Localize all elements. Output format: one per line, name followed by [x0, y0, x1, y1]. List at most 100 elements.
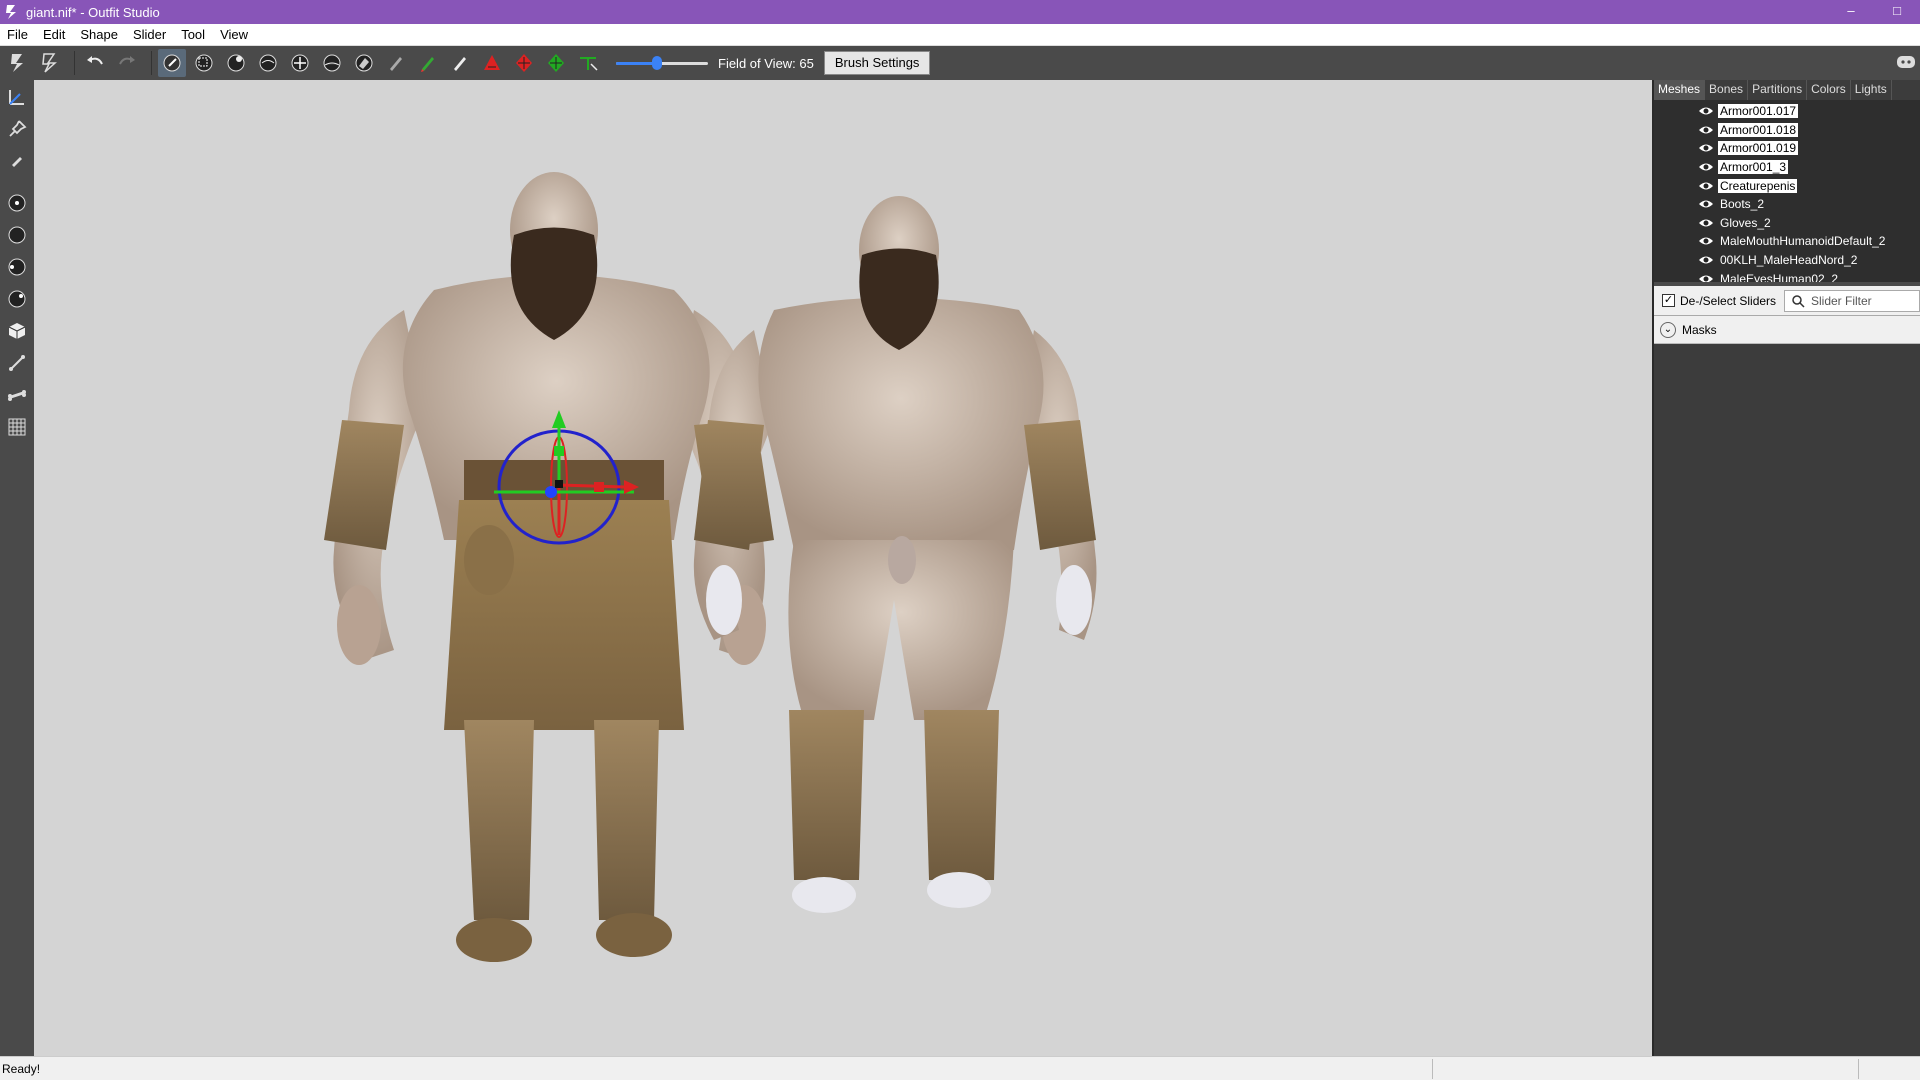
mesh-list-item[interactable]: Armor001_3 — [1654, 158, 1920, 177]
tab-partitions[interactable]: Partitions — [1748, 80, 1808, 100]
tab-colors[interactable]: Colors — [1807, 80, 1851, 100]
eye-visibility-icon[interactable] — [1698, 235, 1714, 247]
mesh-list-item[interactable]: MaleMouthHumanoidDefault_2 — [1654, 232, 1920, 251]
toolbar-separator — [151, 51, 152, 75]
eye-visibility-icon[interactable] — [1698, 161, 1714, 173]
menu-edit[interactable]: Edit — [36, 27, 73, 42]
minimize-button[interactable]: – — [1828, 0, 1874, 24]
menu-bar: File Edit Shape Slider Tool View — [0, 24, 1920, 46]
wireframe-view-button[interactable] — [2, 252, 32, 282]
mask-brush-icon — [195, 54, 213, 72]
mesh-list-item[interactable]: Armor001.018 — [1654, 121, 1920, 140]
vertex-edit-button[interactable] — [542, 49, 570, 77]
undo-icon — [87, 56, 103, 65]
tab-lights[interactable]: Lights — [1851, 80, 1892, 100]
masks-row[interactable]: ⌄ Masks — [1654, 316, 1920, 344]
skeleton-view-button[interactable] — [2, 380, 32, 410]
status-divider — [1858, 1059, 1859, 1079]
menu-view[interactable]: View — [213, 27, 256, 42]
shaded-view-button[interactable] — [2, 220, 32, 250]
deselect-sliders-label: De-/Select Sliders — [1680, 293, 1777, 308]
brush-settings-button[interactable]: Brush Settings — [823, 51, 931, 75]
fov-slider[interactable] — [616, 53, 708, 73]
eye-visibility-icon[interactable] — [1698, 180, 1714, 192]
mesh-list-item[interactable]: Armor001.017 — [1654, 102, 1920, 121]
eye-visibility-icon[interactable] — [1698, 142, 1714, 154]
window-controls: – □ — [1828, 0, 1920, 24]
menu-tool[interactable]: Tool — [174, 27, 213, 42]
mesh-list-item[interactable]: Armor001.019 — [1654, 139, 1920, 158]
vertex-collapse-icon — [580, 57, 598, 71]
mask-brush-button[interactable] — [190, 49, 218, 77]
mesh-name: Armor001_3 — [1718, 160, 1789, 175]
pivot-tool-button[interactable] — [510, 49, 538, 77]
mesh-list-item[interactable]: Gloves_2 — [1654, 214, 1920, 233]
mesh-list-item[interactable]: 00KLH_MaleHeadNord_2 — [1654, 251, 1920, 270]
mesh-list-item[interactable]: Boots_2 — [1654, 195, 1920, 214]
tab-bones[interactable]: Bones — [1705, 80, 1749, 100]
menu-slider[interactable]: Slider — [126, 27, 174, 42]
undo-button[interactable] — [81, 49, 109, 77]
chevron-down-icon[interactable]: ⌄ — [1660, 321, 1676, 338]
3d-viewport[interactable] — [34, 80, 1652, 1056]
eye-visibility-icon[interactable] — [1698, 254, 1714, 266]
menu-file[interactable]: File — [0, 27, 36, 42]
redo-button[interactable] — [113, 49, 141, 77]
select-brush-button[interactable] — [158, 49, 186, 77]
mesh-name: Gloves_2 — [1720, 215, 1771, 230]
grid-view-button[interactable] — [2, 412, 32, 442]
tab-meshes[interactable]: Meshes — [1654, 80, 1706, 100]
collapse-vertex-button[interactable] — [574, 49, 602, 77]
pencil-tool-button[interactable] — [2, 146, 32, 176]
eye-visibility-icon[interactable] — [1698, 273, 1714, 285]
diamond-green-icon — [548, 54, 564, 72]
pin-tool-button[interactable] — [2, 114, 32, 144]
mesh-list-item[interactable]: MaleEyesHuman02_2 — [1654, 269, 1920, 285]
masks-label: Masks — [1682, 322, 1717, 337]
pin-icon — [9, 120, 27, 137]
lighting-view-button[interactable] — [2, 284, 32, 314]
outfit-studio-alt-icon — [42, 53, 57, 73]
transform-tool-button[interactable] — [478, 49, 506, 77]
mesh-name: Armor001.019 — [1718, 141, 1799, 156]
eraser-icon — [355, 54, 373, 72]
menu-shape[interactable]: Shape — [73, 27, 126, 42]
fov-slider-thumb[interactable] — [652, 56, 663, 70]
reference-template-button[interactable] — [4, 49, 32, 77]
move-brush-icon — [291, 54, 309, 72]
mesh-name: 00KLH_MaleHeadNord_2 — [1720, 253, 1858, 268]
toolbar-separator — [74, 51, 75, 75]
half-sphere-icon — [8, 258, 26, 276]
move-brush-button[interactable] — [286, 49, 314, 77]
erase-brush-button[interactable] — [350, 49, 378, 77]
inflate-brush-button[interactable] — [222, 49, 250, 77]
color-pencil-icon — [421, 57, 434, 72]
pencil-icon — [390, 57, 402, 71]
redo-icon — [119, 56, 135, 65]
maximize-button[interactable]: □ — [1874, 0, 1920, 24]
discord-icon[interactable] — [1894, 50, 1918, 74]
eye-visibility-icon[interactable] — [1698, 217, 1714, 229]
bones-view-button[interactable] — [2, 348, 32, 378]
eye-visibility-icon[interactable] — [1698, 105, 1714, 117]
mesh-list-item[interactable]: Creaturepenis — [1654, 176, 1920, 195]
vertex-view-button[interactable] — [2, 188, 32, 218]
model-render — [324, 172, 1097, 962]
mesh-list: Armor001.017 Armor001.018 Armor001.019 Armo… — [1654, 100, 1920, 286]
lit-sphere-icon — [8, 290, 26, 308]
eye-visibility-icon[interactable] — [1698, 198, 1714, 210]
smooth-brush-button[interactable] — [318, 49, 346, 77]
color-brush-button[interactable] — [414, 49, 442, 77]
weight-brush-button[interactable] — [382, 49, 410, 77]
shaded-sphere-icon — [8, 226, 26, 244]
alpha-brush-button[interactable] — [446, 49, 474, 77]
deflate-brush-button[interactable] — [254, 49, 282, 77]
texture-view-button[interactable] — [2, 316, 32, 346]
select-tool-button[interactable] — [2, 82, 32, 112]
load-outfit-button[interactable] — [36, 49, 64, 77]
bone-line-icon — [9, 355, 25, 371]
slider-filter-input[interactable]: Slider Filter — [1784, 289, 1920, 312]
eye-visibility-icon[interactable] — [1698, 124, 1714, 136]
main-toolbar: Field of View: 65 Brush Settings — [0, 46, 1920, 80]
deselect-sliders-checkbox[interactable]: ✓ — [1662, 294, 1675, 307]
